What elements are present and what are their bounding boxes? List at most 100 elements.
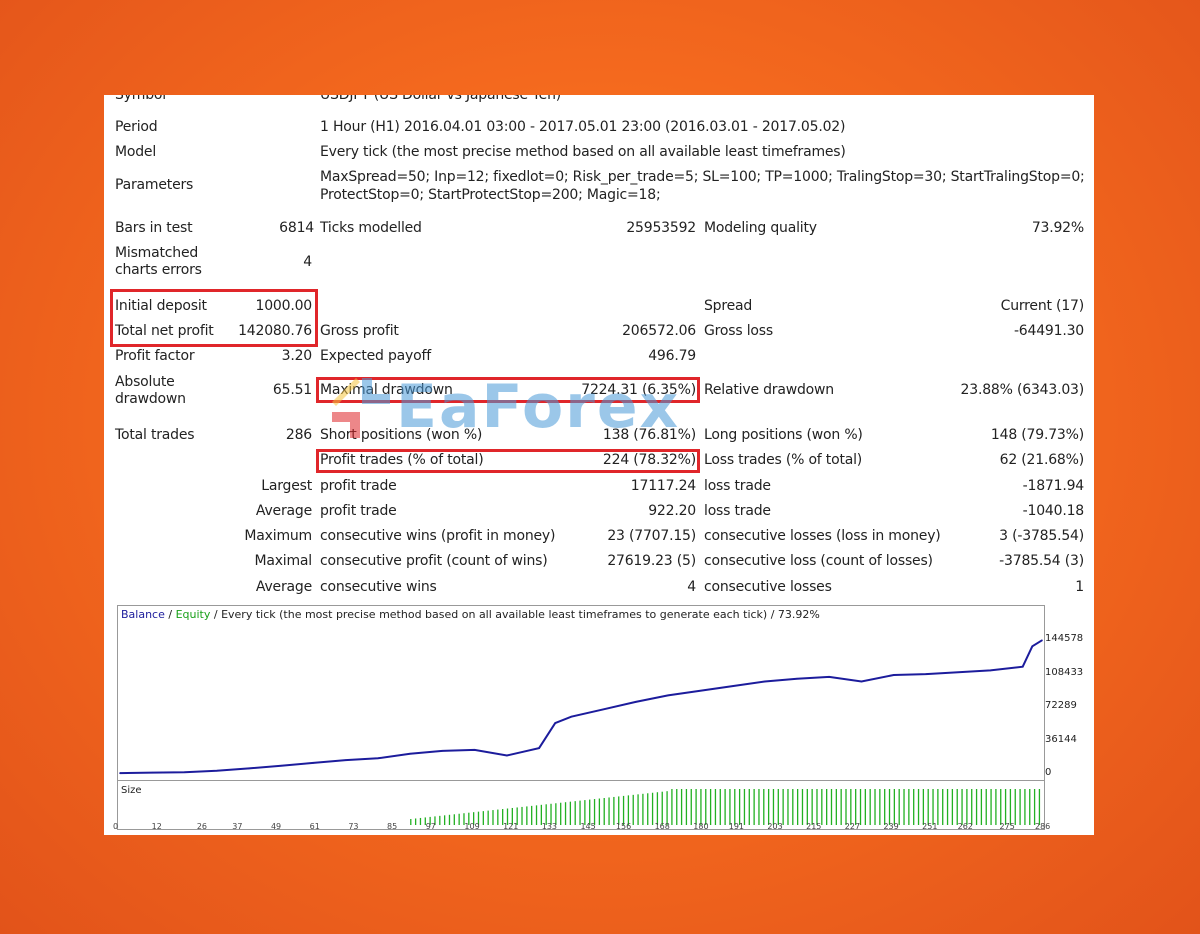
total-trades-label: Total trades [115, 427, 195, 443]
size-bar [709, 789, 712, 825]
gross-profit-label: Gross profit [320, 323, 399, 339]
x-tick-label: 215 [806, 822, 822, 831]
data-point [344, 759, 347, 761]
maximal-profit-value: 27619.23 (5) [607, 553, 696, 569]
size-bar [840, 789, 842, 825]
maximum-wins-value: 23 (7707.15) [607, 528, 696, 544]
x-tick-label: 49 [270, 822, 282, 831]
modeling-quality-label: Modeling quality [704, 220, 817, 236]
size-bar [782, 789, 784, 825]
period-value: 1 Hour (H1) 2016.04.01 03:00 - 2017.05.0… [320, 119, 846, 135]
size-bar [734, 789, 736, 825]
symbol-value: USDJPY (US Dollar vs Japanese Yen) [320, 95, 562, 103]
size-bar [758, 789, 760, 825]
size-bar [748, 789, 750, 825]
data-point [860, 680, 863, 683]
balance-chart-plot [119, 639, 1043, 775]
x-tick-label: 61 [309, 822, 320, 831]
size-bar [1019, 789, 1021, 825]
size-bar [922, 789, 925, 825]
size-bar [908, 789, 910, 825]
data-point [667, 694, 669, 697]
size-bar [917, 789, 920, 825]
y-tick-label: 108433 [1045, 666, 1084, 678]
size-bar [666, 791, 668, 825]
x-tick-label: 191 [728, 822, 745, 831]
size-bar [656, 792, 659, 825]
x-tick-label: 12 [151, 822, 162, 831]
size-bar [821, 789, 823, 825]
size-bar [598, 798, 601, 825]
series-line-balance [119, 639, 1043, 775]
data-point [892, 674, 895, 676]
expected-payoff-label: Expected payoff [320, 348, 431, 364]
size-bar [990, 789, 992, 825]
expected-payoff-value: 496.79 [648, 348, 696, 364]
x-tick-label: 180 [693, 822, 709, 831]
size-bar [651, 792, 654, 825]
data-point [989, 669, 992, 672]
data-point [957, 671, 959, 674]
size-bar [671, 789, 673, 825]
size-bar [458, 813, 460, 825]
size-bar [622, 795, 625, 825]
size-bar [574, 801, 576, 825]
bars-in-test-label: Bars in test [115, 220, 193, 236]
ticks-modelled-label: Ticks modelled [320, 220, 422, 236]
x-tick-label: 97 [425, 822, 436, 831]
size-bar [526, 806, 528, 825]
size-bar [443, 815, 446, 825]
gross-profit-value: 206572.06 [622, 323, 696, 339]
average-loss-value: -1040.18 [1022, 503, 1085, 519]
size-bar [850, 789, 852, 825]
size-bar [647, 793, 649, 825]
data-point [602, 708, 605, 711]
symbol-label: Symbol [115, 95, 166, 103]
size-bar [942, 789, 944, 825]
largest-profit-value: 17117.24 [630, 478, 696, 494]
size-bar [777, 789, 779, 825]
data-point [312, 762, 315, 764]
average-consec-losses-label: consecutive losses [704, 579, 832, 595]
size-bar [787, 789, 789, 825]
size-bar [946, 789, 949, 825]
highlight-maximal-drawdown-box [316, 377, 700, 403]
size-bar [1004, 789, 1007, 825]
period-label: Period [115, 119, 158, 135]
size-bar [1014, 789, 1016, 825]
size-bar [975, 789, 978, 825]
spread-value: Current (17) [1000, 298, 1085, 314]
highlight-profit-trades-box [316, 449, 700, 473]
size-bar [487, 810, 489, 825]
mismatched-label-2: charts errors [115, 262, 202, 278]
strategy-tester-report: Symbol USDJPY (US Dollar vs Japanese Yen… [104, 95, 1094, 835]
maximum-losses-value: 3 (-3785.54) [999, 528, 1084, 544]
data-point [828, 676, 831, 678]
size-bar [951, 789, 954, 825]
y-tick-label: 36144 [1045, 733, 1077, 745]
size-bar [937, 789, 939, 825]
x-tick-label: 168 [654, 822, 670, 831]
maximal-profit-label: consecutive profit (count of wins) [320, 553, 548, 569]
loss-trades-label: Loss trades (% of total) [704, 452, 863, 468]
size-bar [796, 789, 799, 825]
parameters-line-1: MaxSpread=50; Inp=12; fixedlot=0; Risk_p… [320, 169, 1085, 185]
largest-profit-label: profit trade [320, 478, 397, 494]
parameters-label: Parameters [115, 177, 194, 193]
average-consec-losses-value: 1 [1075, 579, 1084, 595]
size-bar [806, 789, 808, 825]
size-bar [492, 810, 494, 825]
size-bar [801, 789, 804, 825]
size-bar [859, 789, 862, 825]
size-bar [869, 789, 871, 825]
size-bar [700, 789, 702, 825]
x-tick-label: 85 [387, 822, 398, 831]
data-point [763, 680, 766, 683]
short-positions-value: 138 (76.81%) [602, 427, 696, 443]
data-point [409, 752, 411, 755]
size-bar [966, 789, 968, 825]
size-bar [661, 791, 663, 825]
size-bar [888, 789, 891, 825]
data-point [1041, 639, 1043, 642]
size-bar [913, 789, 915, 825]
